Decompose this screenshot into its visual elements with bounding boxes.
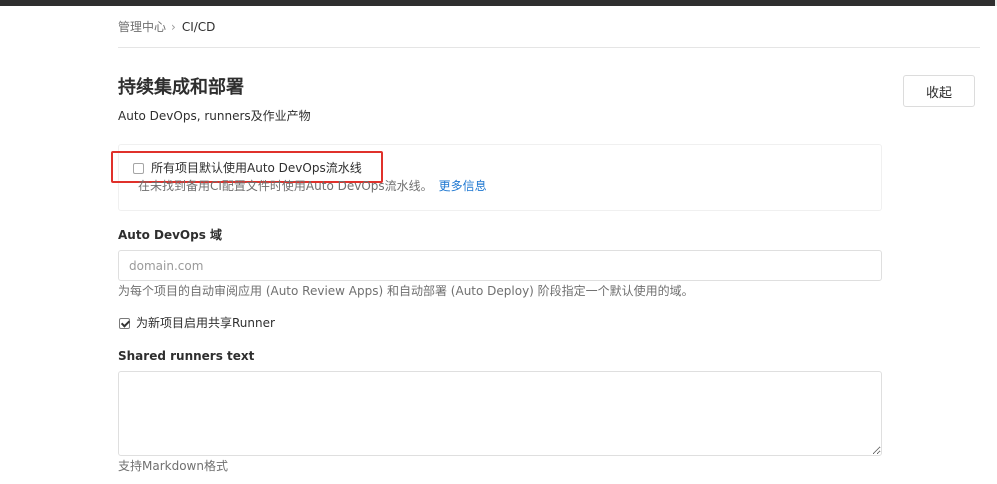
- header-divider: [118, 47, 980, 48]
- auto-devops-domain-label: Auto DevOps 域: [118, 228, 223, 242]
- more-info-link[interactable]: 更多信息: [439, 179, 487, 193]
- auto-devops-domain-input[interactable]: [118, 250, 882, 281]
- auto-devops-help: 在未找到备用CI配置文件时使用Auto DevOps流水线。 更多信息: [138, 178, 487, 194]
- auto-devops-help-text: 在未找到备用CI配置文件时使用Auto DevOps流水线。: [138, 179, 433, 193]
- markdown-support-hint: 支持Markdown格式: [118, 459, 228, 473]
- auto-devops-domain-help: 为每个项目的自动审阅应用 (Auto Review Apps) 和自动部署 (A…: [118, 284, 694, 298]
- section-description: Auto DevOps, runners及作业产物: [118, 109, 311, 123]
- breadcrumb-current[interactable]: CI/CD: [182, 19, 216, 35]
- shared-runners-textarea[interactable]: [118, 371, 882, 456]
- section-title: 持续集成和部署: [118, 77, 244, 98]
- top-navigation-bar: [0, 0, 997, 6]
- shared-runners-text-label: Shared runners text: [118, 349, 255, 363]
- breadcrumb: 管理中心 › CI/CD: [118, 19, 215, 35]
- shared-runners-checkbox[interactable]: [119, 318, 130, 329]
- collapse-button[interactable]: 收起: [903, 75, 975, 107]
- breadcrumb-admin-link[interactable]: 管理中心: [118, 19, 166, 35]
- shared-runners-checkbox-label[interactable]: 为新项目启用共享Runner: [136, 315, 275, 331]
- breadcrumb-chevron-icon: ›: [171, 20, 176, 34]
